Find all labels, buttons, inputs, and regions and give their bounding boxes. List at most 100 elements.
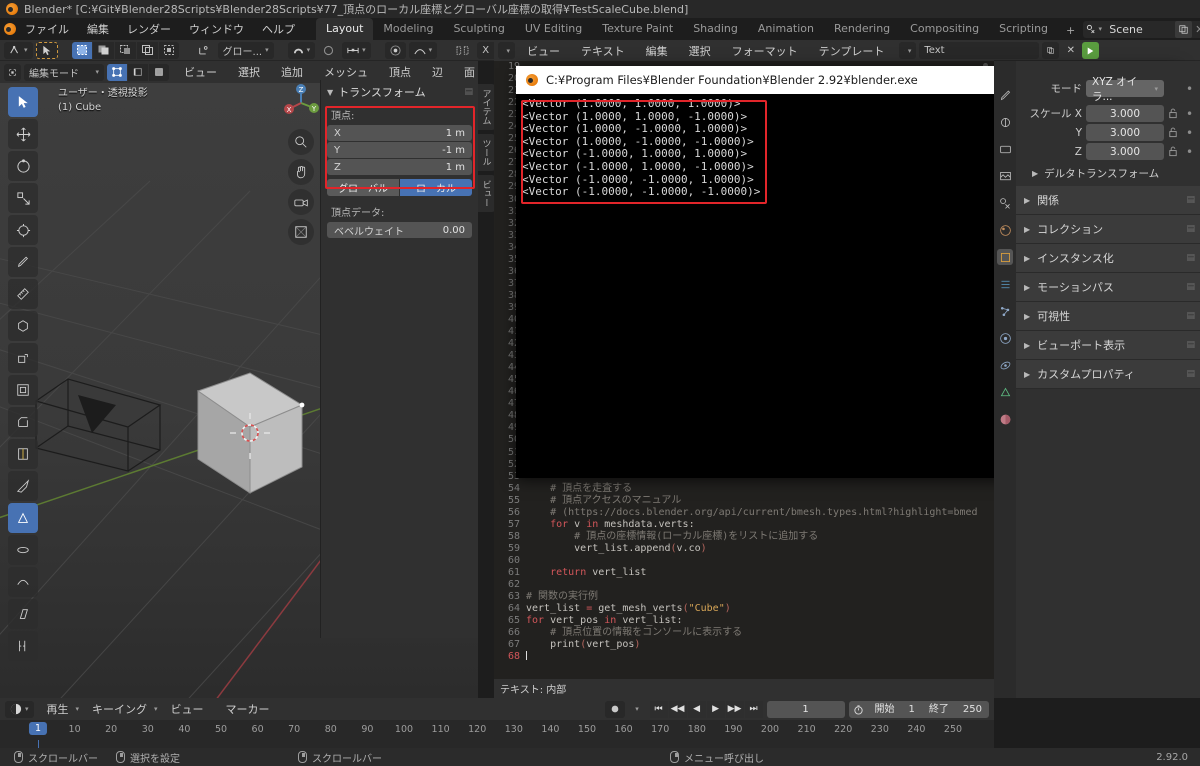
- jump-to-start-button[interactable]: ⏮: [650, 701, 668, 718]
- panel-instancing[interactable]: ▶ インスタンス化 ▤: [1016, 244, 1200, 273]
- vertex-y-field[interactable]: Y -1 m: [327, 142, 472, 158]
- tool-spin-button[interactable]: [8, 535, 38, 565]
- panel-viewport-display[interactable]: ▶ ビューポート表示 ▤: [1016, 331, 1200, 360]
- constraint-properties-tab-icon[interactable]: [997, 357, 1013, 373]
- scale-y-lock-icon[interactable]: [1168, 127, 1181, 138]
- blender-menu-button[interactable]: [4, 23, 16, 35]
- timeline-menu-keying[interactable]: キーイング: [83, 699, 156, 719]
- menu-window[interactable]: ウィンドウ: [180, 19, 253, 39]
- play-reverse-button[interactable]: ◀: [688, 701, 706, 718]
- proportional-edit-icon[interactable]: [318, 42, 339, 59]
- select-mode-difference-button[interactable]: [137, 42, 158, 59]
- text-menu-format[interactable]: フォーマット: [723, 41, 807, 61]
- text-menu-text[interactable]: テキスト: [572, 41, 634, 61]
- text-editor-type-button[interactable]: ▾: [498, 42, 515, 59]
- viewport-menu-face[interactable]: 面: [455, 62, 478, 82]
- scale-x-lock-icon[interactable]: [1168, 108, 1181, 119]
- modifier-properties-tab-icon[interactable]: [997, 276, 1013, 292]
- object-properties-tab-icon[interactable]: [997, 249, 1013, 265]
- tool-annotate-button[interactable]: [8, 247, 38, 277]
- scene-duplicate-button[interactable]: [1175, 21, 1192, 38]
- vertex-select-mode-button[interactable]: [107, 64, 127, 81]
- tab-scripting[interactable]: Scripting: [989, 18, 1058, 40]
- rotation-mode-animate-dot[interactable]: •: [1185, 84, 1194, 94]
- text-menu-view[interactable]: ビュー: [518, 41, 569, 61]
- scale-y-animate-dot[interactable]: •: [1185, 128, 1194, 138]
- output-properties-tab-icon[interactable]: [997, 141, 1013, 157]
- current-frame-field[interactable]: 1: [767, 701, 845, 718]
- physics-properties-tab-icon[interactable]: [997, 330, 1013, 346]
- zoom-gizmo-icon[interactable]: [288, 129, 314, 155]
- jump-to-end-button[interactable]: ⏭: [745, 701, 763, 718]
- tool-poly-build-button[interactable]: [8, 503, 38, 533]
- particle-properties-tab-icon[interactable]: [997, 303, 1013, 319]
- select-mode-new-button[interactable]: [72, 42, 92, 59]
- run-script-button[interactable]: [1082, 42, 1099, 59]
- edge-select-mode-button[interactable]: [128, 64, 148, 81]
- tool-inset-faces-button[interactable]: [8, 375, 38, 405]
- sidebar-tab-item[interactable]: アイテム: [478, 84, 495, 130]
- timeline-menu-marker[interactable]: マーカー: [217, 699, 279, 719]
- scale-y-value[interactable]: 3.000: [1086, 124, 1164, 141]
- snap-target-dropdown[interactable]: ▾: [342, 42, 371, 59]
- timeline-editor-type-button[interactable]: ▾: [5, 701, 34, 718]
- viewport-menu-view[interactable]: ビュー: [175, 62, 226, 82]
- panel-motion-paths[interactable]: ▶ モーションパス ▤: [1016, 273, 1200, 302]
- scale-x-value[interactable]: 3.000: [1086, 105, 1164, 122]
- tab-shading[interactable]: Shading: [683, 18, 748, 40]
- frame-end-value[interactable]: 250: [956, 701, 989, 718]
- viewport-menu-select[interactable]: 選択: [229, 62, 269, 82]
- viewport-menu-add[interactable]: 追加: [272, 62, 312, 82]
- panel-relations[interactable]: ▶ 関係 ▤: [1016, 186, 1200, 215]
- previous-keyframe-button[interactable]: ◀◀: [669, 701, 687, 718]
- tool-rotate-button[interactable]: [8, 151, 38, 181]
- select-mode-extend-button[interactable]: [93, 42, 114, 59]
- scene-properties-tab-icon[interactable]: [997, 195, 1013, 211]
- material-properties-tab-icon[interactable]: [997, 411, 1013, 427]
- menu-file[interactable]: ファイル: [16, 19, 78, 39]
- next-keyframe-button[interactable]: ▶▶: [726, 701, 744, 718]
- delta-transform-subpanel[interactable]: ▶ デルタトランスフォーム: [1016, 161, 1200, 186]
- text-menu-edit[interactable]: 編集: [637, 41, 677, 61]
- tool-properties-tab-icon[interactable]: [997, 87, 1013, 103]
- object-data-properties-tab-icon[interactable]: [997, 384, 1013, 400]
- scene-delete-button[interactable]: ✕: [1192, 23, 1200, 36]
- viewport-menu-mesh[interactable]: メッシュ: [315, 62, 377, 82]
- text-menu-template[interactable]: テンプレート: [810, 41, 894, 61]
- auto-keying-dropdown[interactable]: ▾: [629, 701, 646, 718]
- auto-keying-toggle[interactable]: [605, 701, 625, 718]
- text-datablock-icon[interactable]: ▾: [899, 42, 916, 59]
- sidebar-tab-tool[interactable]: ツール: [478, 134, 495, 171]
- rotation-mode-dropdown[interactable]: XYZ オイラ...▾: [1086, 80, 1164, 97]
- interaction-mode-dropdown[interactable]: 編集モード▾: [24, 64, 104, 81]
- tool-scale-button[interactable]: [8, 183, 38, 213]
- timeline-menu-playback[interactable]: 再生: [38, 699, 78, 719]
- tab-modeling[interactable]: Modeling: [373, 18, 443, 40]
- sidebar-tab-view[interactable]: ビュー: [478, 175, 495, 212]
- tool-bevel-button[interactable]: [8, 407, 38, 437]
- tab-add-workspace[interactable]: +: [1058, 21, 1083, 40]
- tool-tweak-button[interactable]: [8, 87, 38, 117]
- timeline-menu-view[interactable]: ビュー: [162, 699, 213, 719]
- editor-type-button[interactable]: [4, 64, 21, 81]
- text-menu-select[interactable]: 選択: [680, 41, 720, 61]
- transform-orientation-dropdown[interactable]: グロー...▾: [218, 42, 274, 59]
- scale-z-lock-icon[interactable]: [1168, 146, 1181, 157]
- tool-shear-button[interactable]: [8, 599, 38, 629]
- viewport-menu-edge[interactable]: 辺: [423, 62, 452, 82]
- menu-edit[interactable]: 編集: [78, 19, 118, 39]
- navigation-gizmo[interactable]: Z Y X: [279, 81, 323, 125]
- tool-knife-button[interactable]: [8, 471, 38, 501]
- select-mode-subtract-button[interactable]: [115, 42, 136, 59]
- tab-texture-paint[interactable]: Texture Paint: [592, 18, 683, 40]
- tool-measure-button[interactable]: [8, 279, 38, 309]
- view-layer-properties-tab-icon[interactable]: [997, 168, 1013, 184]
- proportional-falloff-dropdown[interactable]: ▾: [409, 42, 438, 59]
- menu-render[interactable]: レンダー: [118, 19, 180, 39]
- panel-custom-properties[interactable]: ▶ カスタムプロパティ ▤: [1016, 360, 1200, 389]
- text-datablock-name-field[interactable]: Text: [919, 42, 1039, 59]
- vertex-z-field[interactable]: Z 1 m: [327, 159, 472, 175]
- tab-uv-editing[interactable]: UV Editing: [515, 18, 592, 40]
- tool-add-cube-button[interactable]: [8, 311, 38, 341]
- tab-sculpting[interactable]: Sculpting: [443, 18, 514, 40]
